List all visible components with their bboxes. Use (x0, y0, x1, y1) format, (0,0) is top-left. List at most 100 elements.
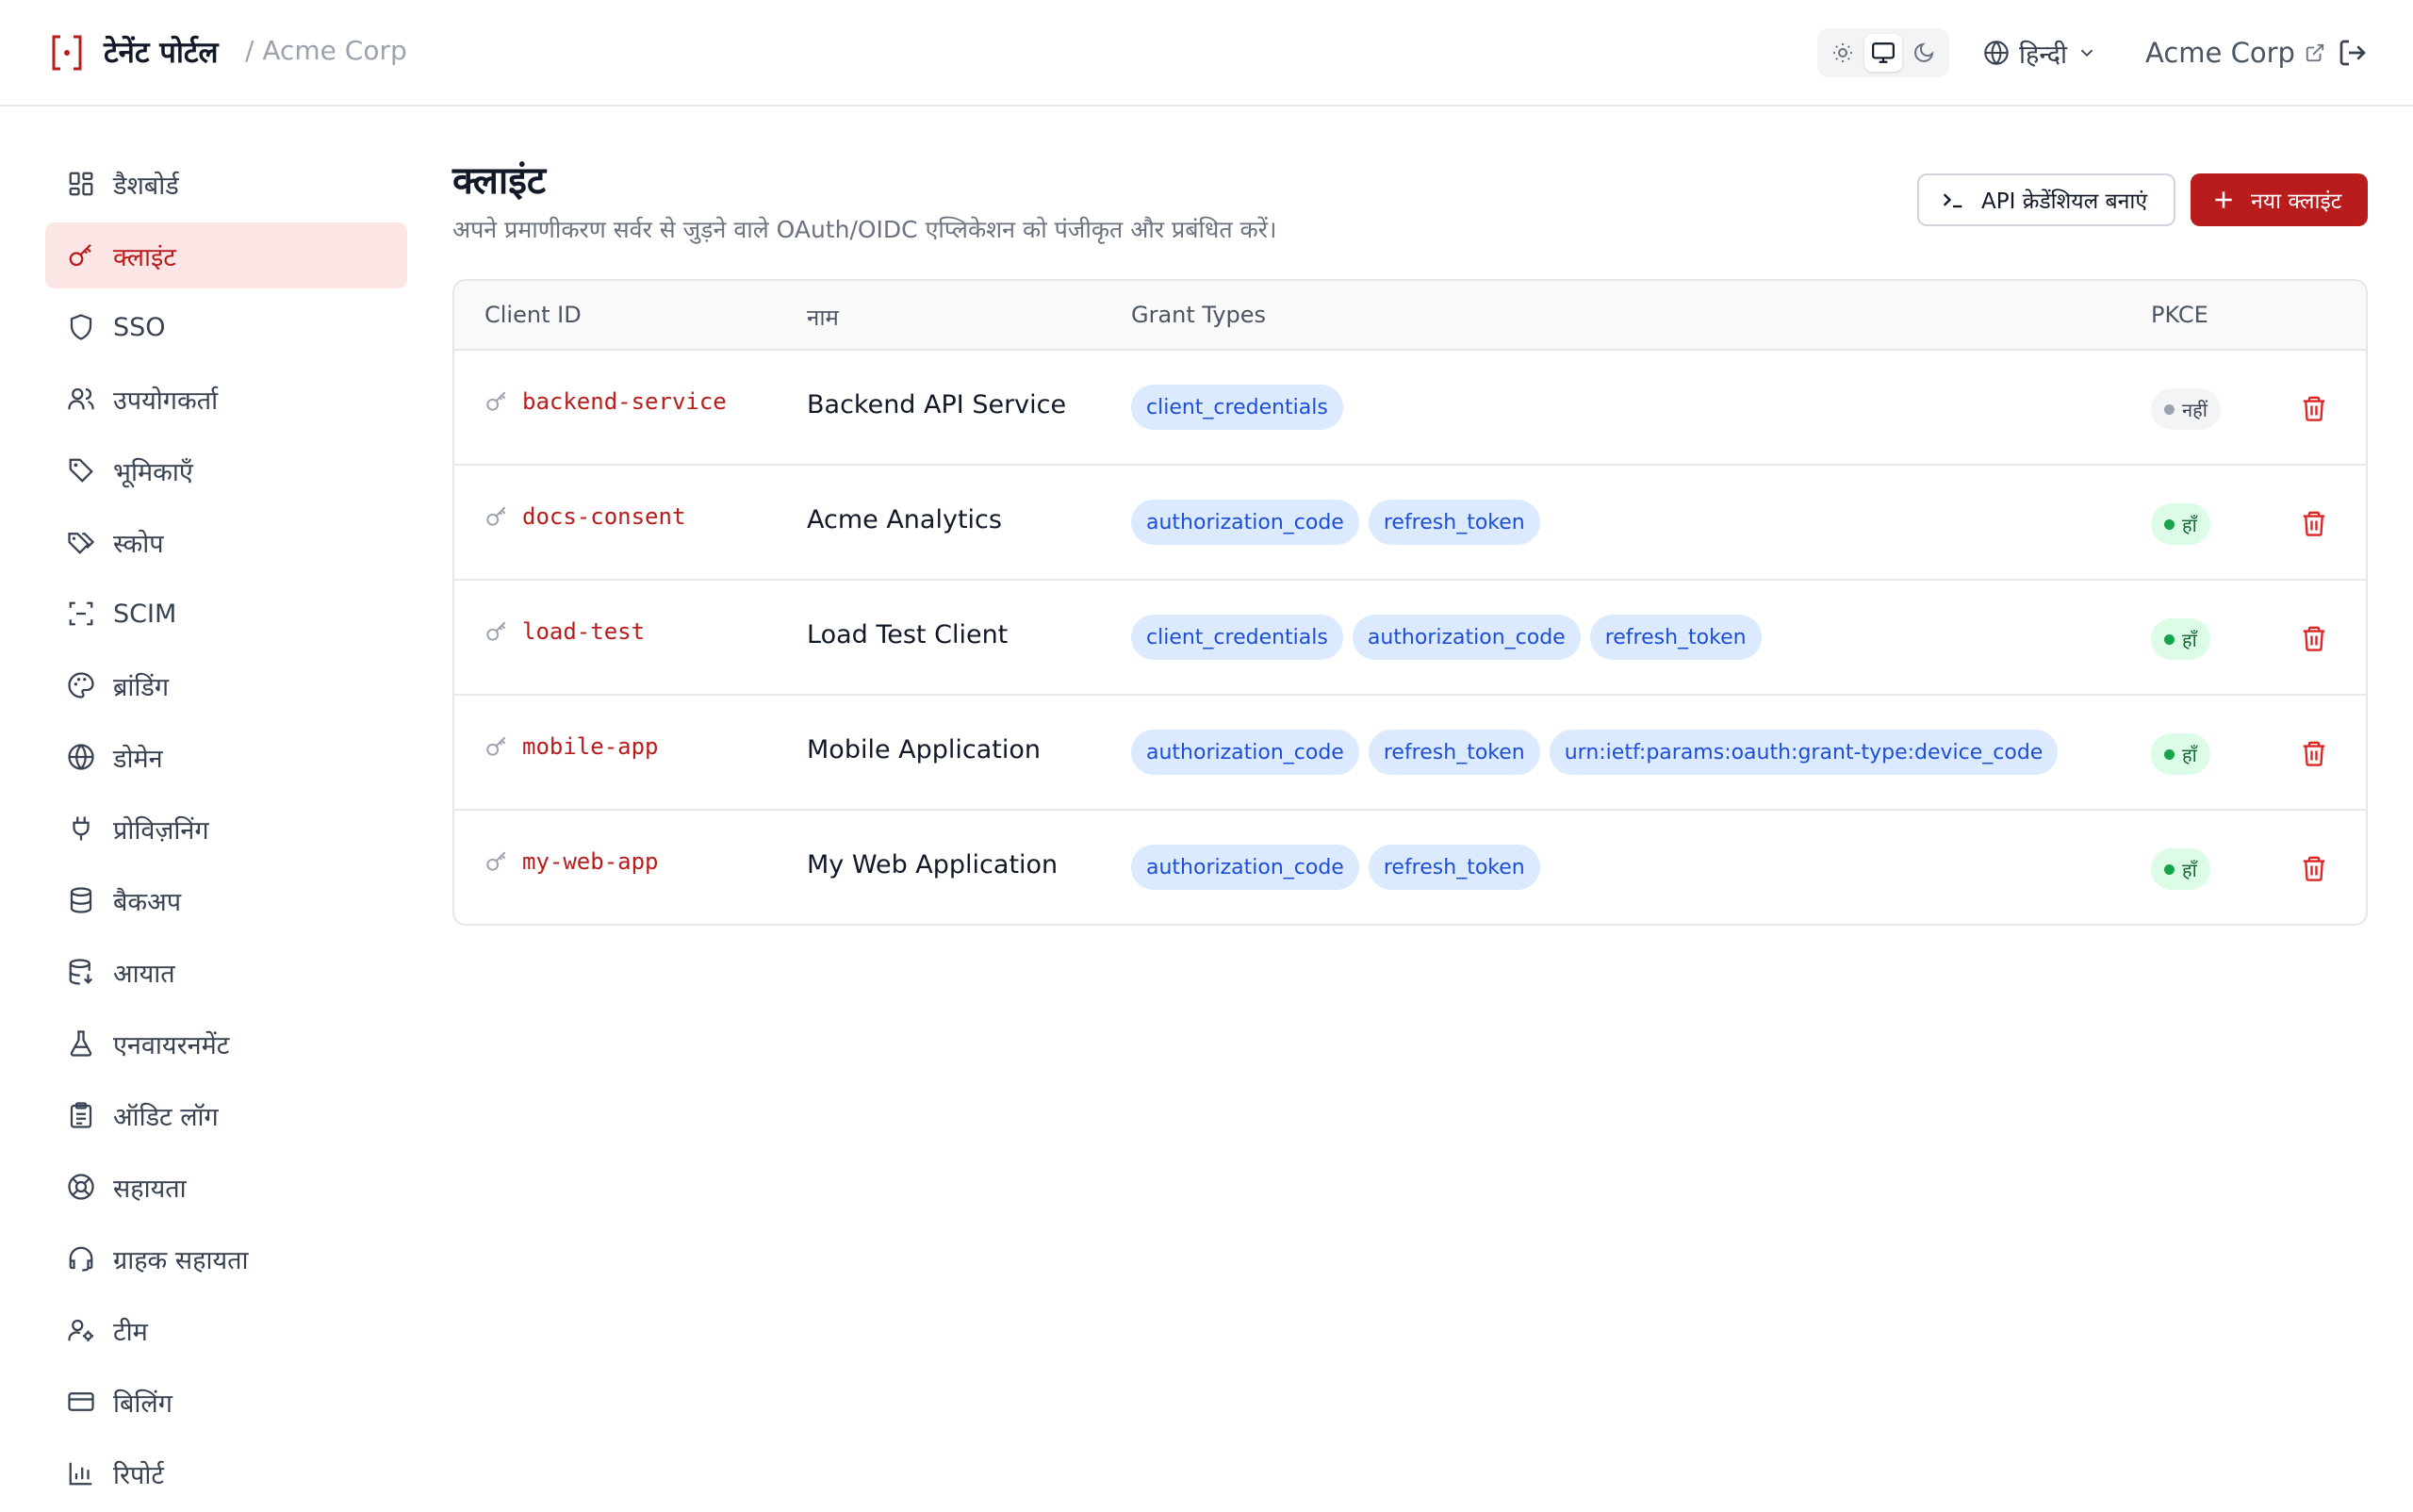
monitor-icon (1872, 42, 1895, 63)
delete-client-button[interactable] (2298, 390, 2330, 426)
sidebar-item-label: ब्रांडिंग (113, 672, 170, 702)
sidebar-item-scim[interactable]: SCIM (45, 581, 407, 647)
table-row[interactable]: my-web-app My Web Application authorizat… (454, 811, 2366, 924)
column-header-client-id: Client ID (484, 302, 582, 328)
tag-icon (66, 455, 96, 485)
client-id[interactable]: backend-service (522, 388, 727, 415)
client-id[interactable]: mobile-app (522, 733, 659, 760)
brand-logo-icon[interactable] (51, 34, 83, 72)
globe-icon (66, 742, 96, 772)
sidebar-item-label: बिलिंग (113, 1389, 172, 1419)
pkce-status-badge: हाँ (2151, 733, 2210, 775)
sidebar-item-label: SSO (113, 312, 166, 342)
pkce-status-badge: हाँ (2151, 848, 2210, 890)
status-dot (2164, 863, 2175, 875)
sidebar-item-scopes[interactable]: स्कोप (45, 509, 407, 575)
client-id-cell: my-web-app (484, 848, 659, 875)
database-import-icon (66, 957, 96, 987)
sidebar-item-environment[interactable]: एनवायरनमेंट (45, 1011, 407, 1076)
system-theme-button[interactable] (1863, 34, 1902, 72)
key-icon (486, 736, 506, 756)
sidebar-item-audit-log[interactable]: ऑडिट लॉग (45, 1082, 407, 1148)
new-client-button[interactable]: नया क्लाइंट (2191, 173, 2368, 226)
sidebar-item-label: एनवायरनमेंट (113, 1030, 230, 1060)
sidebar-item-provisioning[interactable]: प्रोविज़निंग (45, 796, 407, 862)
key-icon (486, 506, 506, 526)
sidebar-item-label: सहायता (113, 1174, 187, 1204)
scan-icon (66, 599, 96, 629)
grant-type-badge: authorization_code (1131, 500, 1359, 545)
table-row[interactable]: docs-consent Acme Analytics authorizatio… (454, 466, 2366, 581)
client-id[interactable]: my-web-app (522, 848, 659, 875)
sidebar-item-label: डोमेन (113, 744, 163, 774)
dark-theme-button[interactable] (1905, 34, 1943, 72)
status-dot (2164, 633, 2175, 645)
language-select[interactable]: हिन्दी (1983, 34, 2097, 72)
page-subtitle: अपने प्रमाणीकरण सर्वर से जुड़ने वाले OAu… (452, 216, 1277, 243)
trash-icon (2303, 511, 2325, 536)
terminal-icon (1943, 193, 1962, 208)
create-api-credentials-button[interactable]: API क्रेडेंशियल बनाएं (1917, 173, 2175, 226)
new-client-label: नया क्लाइंट (2251, 189, 2342, 214)
client-name: Backend API Service (807, 390, 1067, 419)
sidebar-item-sso[interactable]: SSO (45, 294, 407, 360)
sidebar-item-dashboard[interactable]: डैशबोर्ड (45, 151, 407, 217)
trash-icon (2303, 741, 2325, 766)
page-title: क्लाइंट (452, 159, 547, 203)
sidebar-item-roles[interactable]: भूमिकाएँ (45, 437, 407, 503)
sidebar-item-users[interactable]: उपयोगकर्ता (45, 366, 407, 432)
sidebar-item-customer-support[interactable]: ग्राहक सहायता (45, 1225, 407, 1291)
sidebar-item-help[interactable]: सहायता (45, 1154, 407, 1220)
pkce-status-label: हाँ (2182, 628, 2197, 651)
sidebar-item-branding[interactable]: ब्रांडिंग (45, 652, 407, 718)
delete-client-button[interactable] (2298, 620, 2330, 656)
headset-icon (66, 1243, 96, 1274)
language-label: हिन्दी (2019, 40, 2068, 70)
table-row[interactable]: load-test Load Test Client client_creden… (454, 581, 2366, 696)
sidebar-item-backup[interactable]: बैकअप (45, 867, 407, 933)
key-icon (66, 240, 96, 271)
client-name: Mobile Application (807, 735, 1042, 764)
delete-client-button[interactable] (2298, 505, 2330, 541)
delete-client-button[interactable] (2298, 850, 2330, 886)
status-dot (2164, 518, 2175, 530)
sidebar-item-reports[interactable]: रिपोर्ट (45, 1440, 407, 1506)
client-id[interactable]: load-test (522, 618, 645, 645)
clipboard-icon (66, 1100, 96, 1130)
trash-icon (2303, 626, 2325, 651)
tenant-external-link[interactable]: Acme Corp (2145, 32, 2325, 74)
tenant-link-label: Acme Corp (2145, 37, 2295, 69)
grant-types-cell: authorization_code refresh_token (1131, 500, 1540, 545)
table-row[interactable]: mobile-app Mobile Application authorizat… (454, 696, 2366, 811)
logout-button[interactable] (2336, 36, 2370, 70)
status-dot (2164, 403, 2175, 415)
grant-type-badge: authorization_code (1131, 845, 1359, 890)
sidebar-item-label: रिपोर्ट (113, 1460, 164, 1490)
table-row[interactable]: backend-service Backend API Service clie… (454, 351, 2366, 466)
brand-name[interactable]: टेनेंट पोर्टल (104, 32, 219, 72)
client-name: My Web Application (807, 850, 1059, 879)
client-id-cell: mobile-app (484, 733, 659, 760)
client-id[interactable]: docs-consent (522, 503, 685, 530)
delete-client-button[interactable] (2298, 735, 2330, 771)
sidebar-item-domains[interactable]: डोमेन (45, 724, 407, 790)
grant-type-badge: refresh_token (1589, 615, 1762, 660)
database-icon (66, 885, 96, 915)
grant-type-badge: refresh_token (1368, 500, 1540, 545)
grant-type-badge: refresh_token (1368, 845, 1540, 890)
grant-types-cell: client_credentials (1131, 385, 1343, 430)
sidebar-item-label: आयात (113, 959, 175, 989)
sidebar-item-clients[interactable]: क्लाइंट (45, 222, 407, 288)
sidebar-item-billing[interactable]: बिलिंग (45, 1369, 407, 1435)
lifebuoy-icon (66, 1172, 96, 1202)
grant-type-badge: client_credentials (1131, 615, 1343, 660)
sidebar-item-label: भूमिकाएँ (113, 457, 193, 487)
sidebar-item-team[interactable]: टीम (45, 1297, 407, 1363)
sidebar-item-import[interactable]: आयात (45, 939, 407, 1005)
pkce-status-label: नहीं (2182, 398, 2208, 421)
pkce-status-badge: नहीं (2151, 388, 2221, 430)
credit-card-icon (66, 1387, 96, 1417)
light-theme-button[interactable] (1824, 34, 1862, 72)
grant-type-badge: client_credentials (1131, 385, 1343, 430)
tags-icon (66, 527, 96, 557)
